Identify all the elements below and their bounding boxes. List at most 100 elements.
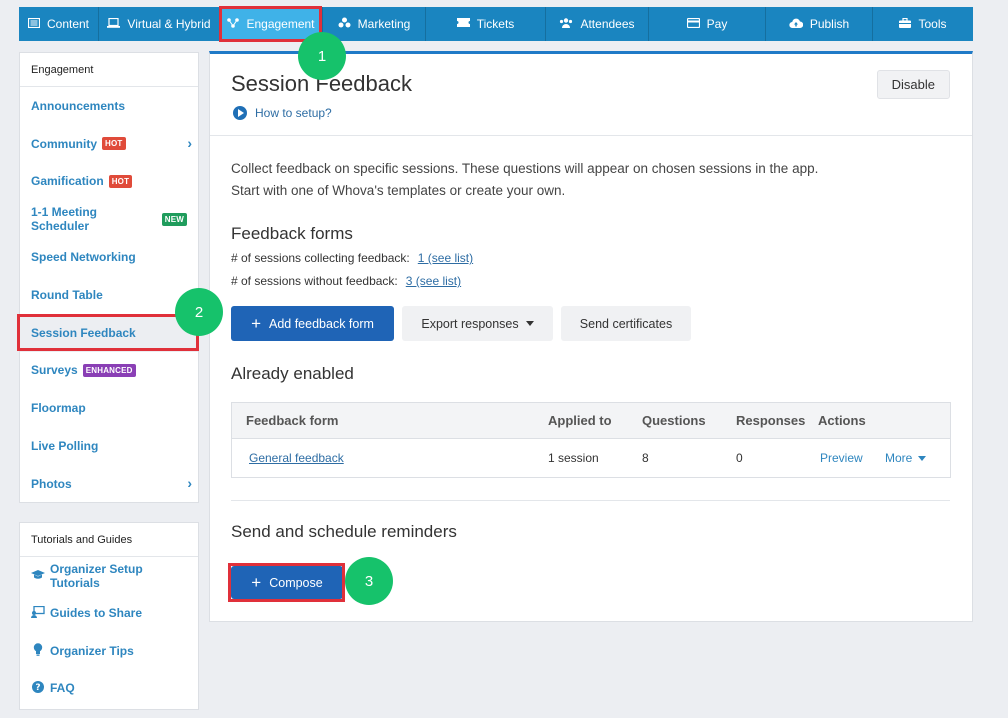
sidebar-header: Engagement (20, 53, 198, 87)
sidebar-item-community[interactable]: Community HOT › (20, 125, 198, 163)
disable-button[interactable]: Disable (876, 70, 950, 99)
share-guides-icon (31, 605, 45, 621)
new-badge: NEW (161, 212, 187, 226)
export-responses-label: Export responses (421, 316, 519, 331)
nav-tab-attendees[interactable]: Attendees (546, 7, 649, 41)
stat-without-link[interactable]: 3 (see list) (406, 274, 461, 288)
plus-icon: + (251, 314, 261, 333)
table-row: General feedback 1 session 8 0 Preview M… (232, 439, 950, 477)
table-cell-applied-to: 1 session (548, 451, 599, 465)
sidebar-item-label: Floormap (31, 401, 86, 416)
card-icon (686, 17, 700, 31)
nav-tab-virtual-hybrid[interactable]: Virtual & Hybrid (99, 7, 220, 41)
how-to-setup-label: How to setup? (255, 106, 332, 120)
already-enabled-heading: Already enabled (231, 364, 354, 383)
graduation-cap-icon (31, 569, 45, 583)
main-panel: Session Feedback How to setup? Disable C… (209, 51, 973, 622)
tutorial-item-label: FAQ (50, 681, 75, 696)
toolbox-icon (899, 17, 912, 31)
sidebar-item-floormap[interactable]: Floormap (20, 389, 198, 427)
how-to-setup-link[interactable]: How to setup? (233, 106, 332, 120)
general-feedback-link[interactable]: General feedback (249, 451, 344, 465)
table-cell-actions: Preview More (818, 451, 950, 465)
reminders-heading: Send and schedule reminders (231, 522, 457, 541)
nav-tab-pay[interactable]: Pay (649, 7, 766, 41)
caret-down-icon (918, 456, 927, 462)
more-dropdown[interactable]: More (885, 451, 927, 465)
table-cell-responses: 0 (736, 451, 743, 465)
sidebar-item-announcements[interactable]: Announcements (20, 87, 198, 125)
add-feedback-form-label: Add feedback form (269, 316, 374, 331)
nav-tab-label: Marketing (357, 17, 411, 31)
sidebar-item-round-table[interactable]: Round Table (20, 276, 198, 314)
compose-button[interactable]: + Compose (231, 566, 343, 599)
send-certificates-button[interactable]: Send certificates (561, 306, 691, 341)
engagement-icon (227, 17, 240, 31)
stat-collecting-label: # of sessions collecting feedback: (231, 251, 410, 265)
step-marker-3: 3 (345, 557, 393, 605)
caret-down-icon (525, 321, 534, 326)
nav-tab-label: Engagement (246, 17, 315, 31)
sidebar-item-photos[interactable]: Photos › (20, 465, 198, 503)
tutorials-header: Tutorials and Guides (20, 523, 198, 557)
question-icon: ? (31, 680, 44, 696)
table-header-row: Feedback form Applied to Questions Respo… (232, 403, 950, 439)
sidebar-item-label: Community (31, 136, 97, 151)
tutorial-item-guides-to-share[interactable]: Guides to Share (20, 595, 198, 633)
preview-button[interactable]: Preview (820, 451, 885, 465)
step-marker-1: 1 (298, 32, 346, 80)
nav-tab-marketing[interactable]: Marketing (323, 7, 426, 41)
nav-tab-label: Attendees (580, 17, 635, 31)
stat-without-label: # of sessions without feedback: (231, 274, 398, 288)
tutorial-item-faq[interactable]: ? FAQ (20, 670, 198, 708)
sidebar-item-label: Speed Networking (31, 250, 136, 265)
sidebar-engagement: Engagement Announcements Community HOT ›… (19, 52, 199, 503)
sidebar-item-label: Live Polling (31, 439, 99, 454)
tutorial-item-setup-tutorials[interactable]: Organizer Setup Tutorials (20, 557, 198, 595)
nav-tab-content[interactable]: Content (19, 7, 99, 41)
section-divider (231, 500, 950, 501)
export-responses-button[interactable]: Export responses (402, 306, 553, 341)
lightbulb-icon (31, 643, 44, 659)
nav-tab-publish[interactable]: Publish (766, 7, 873, 41)
hot-badge: HOT (102, 137, 126, 151)
feedback-forms-heading: Feedback forms (231, 224, 353, 243)
enhanced-badge: ENHANCED (82, 363, 136, 377)
nav-tab-label: Tickets (476, 17, 515, 31)
sidebar-item-session-feedback[interactable]: Session Feedback (20, 313, 198, 352)
nav-tab-tickets[interactable]: Tickets (426, 7, 546, 41)
nav-tab-label: Content (46, 17, 90, 31)
sidebar-item-meeting-scheduler[interactable]: 1-1 Meeting Scheduler NEW (20, 200, 198, 238)
hot-badge: HOT (108, 174, 133, 188)
nav-tab-tools[interactable]: Tools (873, 7, 973, 41)
sidebar-item-gamification[interactable]: Gamification HOT (20, 163, 198, 201)
sidebar-item-label: Photos (31, 476, 72, 491)
stat-collecting: # of sessions collecting feedback: 1 (see… (231, 251, 473, 265)
column-header-actions: Actions (818, 413, 866, 428)
play-icon (233, 106, 247, 120)
sidebar-item-label: Announcements (31, 98, 126, 113)
tutorial-item-label: Organizer Setup Tutorials (50, 561, 143, 590)
add-feedback-form-button[interactable]: + Add feedback form (231, 306, 394, 341)
stat-collecting-link[interactable]: 1 (see list) (418, 251, 473, 265)
attendees-icon (559, 17, 573, 31)
header-divider (210, 135, 972, 136)
sidebar-item-live-polling[interactable]: Live Polling (20, 427, 198, 465)
chevron-right-icon: › (187, 134, 192, 151)
cloud-upload-icon (789, 18, 804, 31)
marketing-icon (338, 17, 351, 31)
laptop-icon (107, 17, 121, 31)
tutorial-item-label: Organizer Tips (50, 643, 134, 658)
chevron-right-icon: › (187, 475, 192, 492)
column-header-feedback-form: Feedback form (246, 413, 339, 428)
sidebar-item-surveys[interactable]: Surveys ENHANCED (20, 352, 198, 390)
sidebar-item-speed-networking[interactable]: Speed Networking (20, 238, 198, 276)
sidebar-item-label: Surveys (31, 363, 78, 378)
compose-label: Compose (269, 575, 323, 590)
send-certificates-label: Send certificates (579, 316, 673, 331)
nav-tab-label: Virtual & Hybrid (127, 17, 211, 31)
tutorial-item-organizer-tips[interactable]: Organizer Tips (20, 632, 198, 670)
nav-tab-label: Pay (706, 17, 728, 31)
sidebar-item-label: Gamification (31, 174, 104, 189)
description-text: Collect feedback on specific sessions. T… (231, 161, 819, 198)
